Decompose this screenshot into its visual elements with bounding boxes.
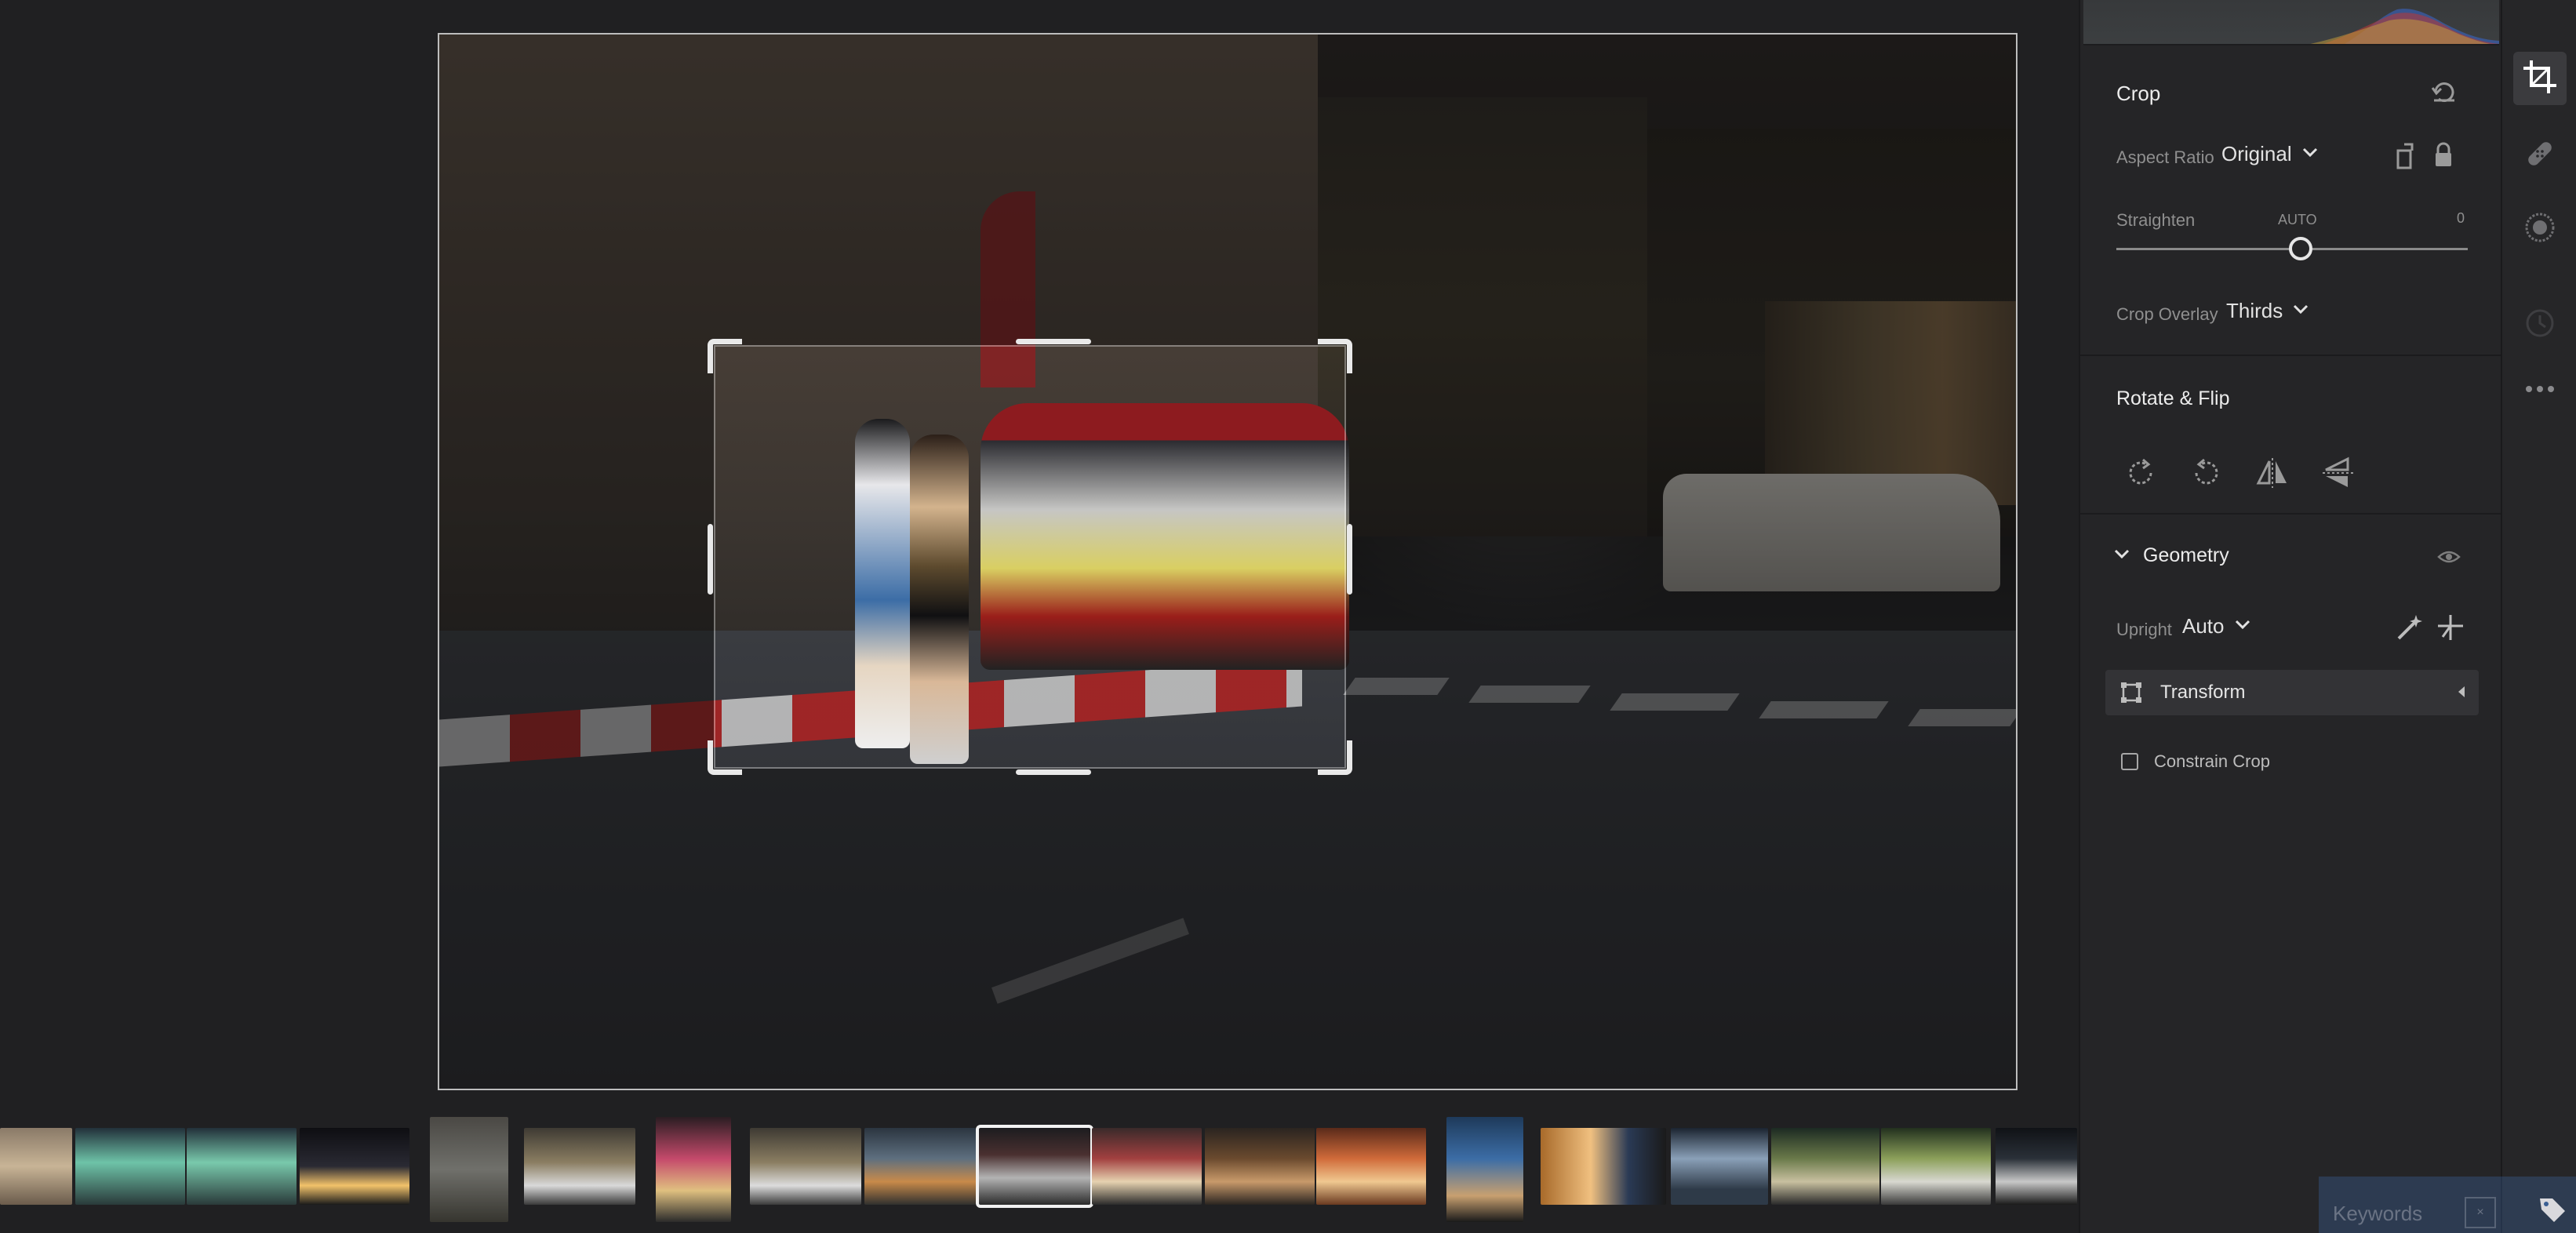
history-tool-button[interactable]: [2513, 298, 2567, 351]
aspect-ratio-label: Aspect Ratio: [2116, 147, 2214, 167]
crop-overlay-label: Crop Overlay: [2116, 304, 2218, 324]
more-options-button[interactable]: [2513, 364, 2567, 417]
chevron-down-icon: [2113, 548, 2130, 563]
filmstrip-thumbnail-night-market[interactable]: [1771, 1128, 1879, 1205]
filmstrip-thumbnail-hands-cooking[interactable]: [1446, 1117, 1523, 1222]
history-icon: [2523, 306, 2557, 344]
straighten-label: Straighten: [2116, 210, 2196, 230]
filmstrip-thumbnail-neon-stall[interactable]: [656, 1117, 731, 1222]
crop-overlay-value: Thirds: [2226, 299, 2283, 322]
edit-panel: Crop Aspect Ratio Original Straighten AU…: [2079, 0, 2502, 1233]
constrain-crop-label: Constrain Crop: [2154, 751, 2270, 771]
straighten-value: 0: [2457, 210, 2465, 226]
filmstrip-thumbnail-smoke-grill[interactable]: [1671, 1128, 1768, 1205]
flip-horizontal-icon[interactable]: [2253, 453, 2292, 493]
rotate-clockwise-icon[interactable]: [2121, 453, 2160, 493]
filmstrip-thumbnail-food-cart-2[interactable]: [1092, 1128, 1202, 1205]
reset-icon[interactable]: [2430, 78, 2458, 107]
guided-upright-icon[interactable]: [2435, 612, 2466, 643]
keywords-label: Keywords: [2333, 1202, 2423, 1225]
crop-section-title: Crop: [2116, 82, 2161, 105]
photo-editor-window: Crop Aspect Ratio Original Straighten AU…: [0, 0, 2576, 1233]
filmstrip: [0, 1117, 2079, 1224]
filmstrip-thumbnail-food-cart-3[interactable]: [1205, 1128, 1315, 1205]
crop-handle-top-right[interactable]: [1318, 339, 1352, 373]
close-icon[interactable]: ×: [2465, 1197, 2496, 1228]
transform-subsection[interactable]: Transform: [2105, 670, 2479, 715]
photo-crosswalk-stripe: [1759, 701, 1889, 718]
photo-crosswalk-stripe: [1610, 693, 1740, 711]
crop-handle-top[interactable]: [1016, 339, 1091, 344]
filmstrip-thumbnail-food-cart-night[interactable]: [976, 1125, 1093, 1208]
straighten-slider-thumb[interactable]: [2289, 237, 2312, 260]
photo-pickup-truck: [1663, 474, 2000, 591]
rotate-flip-title: Rotate & Flip: [2116, 387, 2230, 409]
filmstrip-thumbnail-portrait-mural[interactable]: [0, 1128, 72, 1205]
photo-crosswalk-stripe: [1908, 709, 2016, 726]
tag-icon[interactable]: [2537, 1194, 2568, 1229]
chevron-down-icon: [2234, 619, 2251, 634]
magic-wand-icon[interactable]: [2394, 612, 2425, 643]
chevron-down-icon: [2301, 147, 2319, 162]
geometry-section-header[interactable]: Geometry: [2113, 544, 2229, 567]
crop-handle-right[interactable]: [1347, 524, 1352, 595]
crop-tool-button[interactable]: [2513, 52, 2567, 105]
aspect-ratio-dropdown[interactable]: Original: [2221, 142, 2319, 166]
histogram: [2083, 0, 2499, 45]
tool-rail: [2501, 0, 2576, 1233]
transform-icon: [2119, 681, 2143, 708]
upright-label: Upright: [2116, 620, 2172, 639]
filmstrip-thumbnail-green-building[interactable]: [75, 1128, 185, 1205]
filmstrip-thumbnail-market-vendor[interactable]: [864, 1128, 976, 1205]
section-divider: [2080, 513, 2502, 515]
filmstrip-thumbnail-wall-figure[interactable]: [430, 1117, 508, 1222]
flip-vertical-icon[interactable]: [2319, 453, 2358, 493]
keywords-panel[interactable]: Keywords ×: [2319, 1177, 2576, 1233]
constrain-crop-checkbox[interactable]: [2121, 753, 2138, 770]
crop-handle-top-left[interactable]: [708, 339, 742, 373]
crop-icon: [2522, 59, 2558, 99]
mask-icon: [2523, 210, 2557, 249]
filmstrip-thumbnail-street-car-2[interactable]: [750, 1128, 861, 1205]
crop-overlay-dropdown[interactable]: Thirds: [2226, 299, 2309, 323]
eye-icon[interactable]: [2436, 544, 2461, 569]
geometry-title: Geometry: [2143, 544, 2229, 566]
filmstrip-thumbnail-street-car[interactable]: [524, 1128, 635, 1205]
lock-icon[interactable]: [2430, 140, 2457, 171]
crop-rectangle[interactable]: [708, 339, 1352, 775]
filmstrip-thumbnail-green-building-2[interactable]: [187, 1128, 297, 1205]
filmstrip-thumbnail-grilled-skewers[interactable]: [1316, 1128, 1426, 1205]
histogram-graph: [2310, 9, 2499, 44]
filmstrip-thumbnail-grill-closeup[interactable]: [1541, 1128, 1666, 1205]
ellipsis-icon: [2524, 384, 2556, 398]
crop-handle-bottom-right[interactable]: [1318, 740, 1352, 775]
crop-handle-bottom[interactable]: [1016, 769, 1091, 775]
straighten-auto-button[interactable]: AUTO: [2278, 212, 2317, 228]
orientation-icon[interactable]: [2392, 140, 2419, 171]
bandage-icon: [2523, 136, 2557, 175]
filmstrip-thumbnail-street-truck[interactable]: [1881, 1128, 1991, 1205]
photo-crosswalk-stripe: [1343, 678, 1450, 695]
chevron-left-icon: [2457, 685, 2466, 703]
crop-handle-bottom-left[interactable]: [708, 740, 742, 775]
aspect-ratio-value: Original: [2221, 142, 2292, 165]
crop-handle-left[interactable]: [708, 524, 713, 595]
chevron-down-icon: [2292, 304, 2309, 318]
photo-canvas[interactable]: [438, 33, 2018, 1090]
section-divider: [2080, 355, 2502, 356]
upright-dropdown[interactable]: Auto: [2182, 614, 2251, 638]
upright-value: Auto: [2182, 614, 2225, 638]
transform-label: Transform: [2160, 682, 2246, 703]
filmstrip-thumbnail-dark-street[interactable]: [1996, 1128, 2077, 1205]
photo-crosswalk-stripe: [1468, 686, 1591, 703]
masking-tool-button[interactable]: [2513, 202, 2567, 256]
healing-tool-button[interactable]: [2513, 129, 2567, 182]
rotate-counterclockwise-icon[interactable]: [2187, 453, 2226, 493]
photo-building-middle: [1318, 97, 1647, 536]
filmstrip-thumbnail-night-street[interactable]: [300, 1128, 409, 1205]
